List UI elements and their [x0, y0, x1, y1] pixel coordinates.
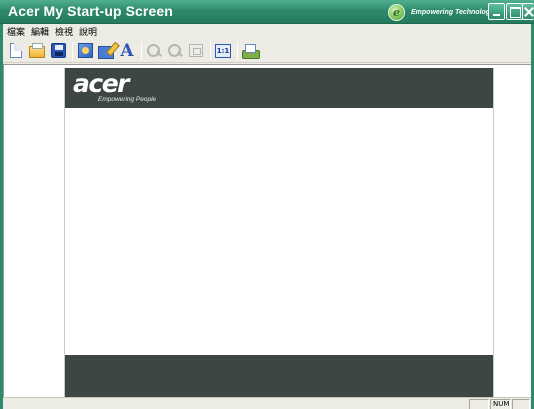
zoom-in-icon: [146, 43, 162, 59]
import-image-button[interactable]: [76, 42, 94, 60]
empowering-technology-badge[interactable]: e Empowering Technology: [388, 3, 494, 21]
startup-screen-preview[interactable]: acer Empowering People: [64, 68, 494, 397]
minimize-button[interactable]: [488, 3, 505, 20]
menu-view[interactable]: 檢視: [53, 25, 77, 38]
new-button[interactable]: [7, 42, 25, 60]
toolbar-separator: [72, 41, 73, 60]
preview-button[interactable]: [241, 42, 260, 60]
close-button[interactable]: [522, 3, 534, 20]
save-icon: [50, 43, 66, 58]
status-panel-caps: [469, 399, 489, 409]
toolbar-separator: [210, 41, 211, 60]
edit-image-button[interactable]: [97, 42, 115, 60]
brand-text: Empowering Technology: [411, 8, 494, 16]
menu-edit[interactable]: 編輯: [29, 25, 53, 38]
status-panel-scroll: [512, 399, 530, 409]
menu-help[interactable]: 說明: [77, 25, 101, 38]
title-bar[interactable]: Acer My Start-up Screen e Empowering Tec…: [0, 0, 534, 24]
menu-bar: 檔案 編輯 檢視 說明: [3, 24, 531, 39]
status-bar: NUM: [3, 397, 531, 409]
preview-footer-banner: [65, 355, 493, 397]
fit-window-button[interactable]: [187, 42, 205, 60]
add-text-button[interactable]: A: [118, 42, 136, 60]
status-panel-num: NUM: [490, 399, 511, 409]
toolbar: A 1:1: [3, 39, 531, 63]
import-image-icon: [77, 43, 93, 58]
actual-size-button[interactable]: 1:1: [214, 42, 232, 60]
logo-tagline: Empowering People: [98, 96, 157, 103]
preview-icon: [242, 43, 260, 59]
window-title: Acer My Start-up Screen: [8, 3, 173, 19]
editor-canvas-area[interactable]: acer Empowering People: [3, 64, 531, 397]
maximize-button[interactable]: [506, 3, 523, 20]
new-document-icon: [10, 43, 22, 58]
open-folder-icon: [29, 43, 45, 58]
actual-size-icon: 1:1: [215, 43, 231, 58]
toolbar-separator: [237, 41, 238, 60]
open-button[interactable]: [28, 42, 46, 60]
preview-header-banner: acer Empowering People: [65, 68, 493, 108]
app-window: Acer My Start-up Screen e Empowering Tec…: [0, 0, 534, 409]
zoom-in-button[interactable]: [145, 42, 163, 60]
zoom-out-button[interactable]: [166, 42, 184, 60]
edit-image-icon: [98, 45, 114, 59]
fit-window-icon: [189, 44, 203, 57]
toolbar-separator: [141, 41, 142, 60]
menu-file[interactable]: 檔案: [5, 25, 29, 38]
acer-logo: acer: [73, 69, 129, 98]
save-button[interactable]: [49, 42, 67, 60]
text-icon: A: [120, 40, 134, 61]
zoom-out-icon: [167, 43, 183, 59]
empowering-technology-logo-icon: e: [388, 3, 405, 21]
